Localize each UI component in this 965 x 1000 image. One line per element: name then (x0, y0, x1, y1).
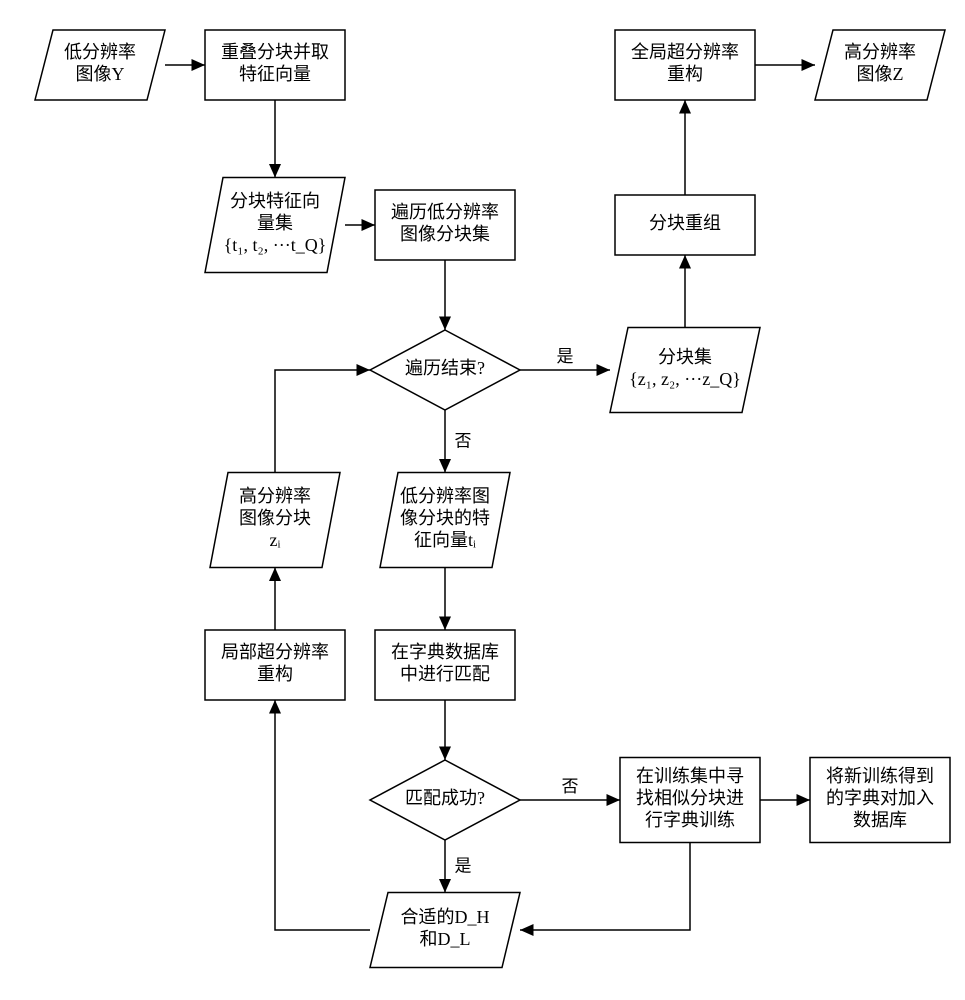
node-text: 图像分块集 (400, 224, 490, 244)
node-text: 分块重组 (649, 213, 721, 233)
node-text: 特征向量 (239, 64, 311, 84)
node-text: 遍历结束? (405, 358, 485, 378)
node-text: 数据库 (853, 810, 907, 830)
node-text: 图像Y (76, 64, 125, 84)
node-text: 量集 (257, 213, 293, 233)
edge-label: 是 (455, 856, 472, 875)
node-text: 分块特征向 (230, 191, 320, 211)
node-text: 合适的D_H (401, 907, 490, 927)
node-text: 征向量tᵢ (414, 530, 476, 550)
edge-label: 否 (455, 431, 472, 450)
node-text: 重叠分块并取 (221, 42, 329, 62)
node-text: 局部超分辨率 (221, 642, 329, 662)
node-text: 将新训练得到 (826, 766, 934, 786)
edge-label: 是 (557, 347, 574, 366)
node-text: 高分辨率 (239, 486, 311, 506)
node-text: {t₁, t₂, ···t_Q} (224, 235, 327, 255)
node-text: 找相似分块进 (636, 788, 744, 808)
node-text: zᵢ (270, 530, 281, 550)
node-text: 图像Z (857, 64, 904, 84)
node-text: 行字典训练 (645, 810, 735, 830)
node-text: 图像分块 (239, 508, 311, 528)
flowchart-canvas: 低分辨率图像Y重叠分块并取特征向量全局超分辨率重构高分辨率图像Z分块特征向量集{… (0, 0, 965, 1000)
node-text: 在字典数据库 (391, 642, 499, 662)
node-text: 在训练集中寻 (636, 766, 744, 786)
node-text: 中进行匹配 (400, 664, 490, 684)
node-text: 全局超分辨率 (631, 42, 739, 62)
node-text: 和D_L (420, 929, 471, 949)
edge-label: 否 (562, 777, 579, 796)
node-text: 高分辨率 (844, 42, 916, 62)
node-text: 重构 (667, 64, 703, 84)
node-text: 分块集 (658, 347, 712, 367)
node-text: 重构 (257, 664, 293, 684)
node-text: 遍历低分辨率 (391, 202, 499, 222)
node-text: 像分块的特 (400, 508, 490, 528)
node-text: 匹配成功? (405, 788, 485, 808)
node-text: 低分辨率图 (400, 486, 490, 506)
node-text: {z₁, z₂, ···z_Q} (629, 369, 741, 389)
node-text: 的字典对加入 (826, 788, 934, 808)
node-text: 低分辨率 (64, 42, 136, 62)
